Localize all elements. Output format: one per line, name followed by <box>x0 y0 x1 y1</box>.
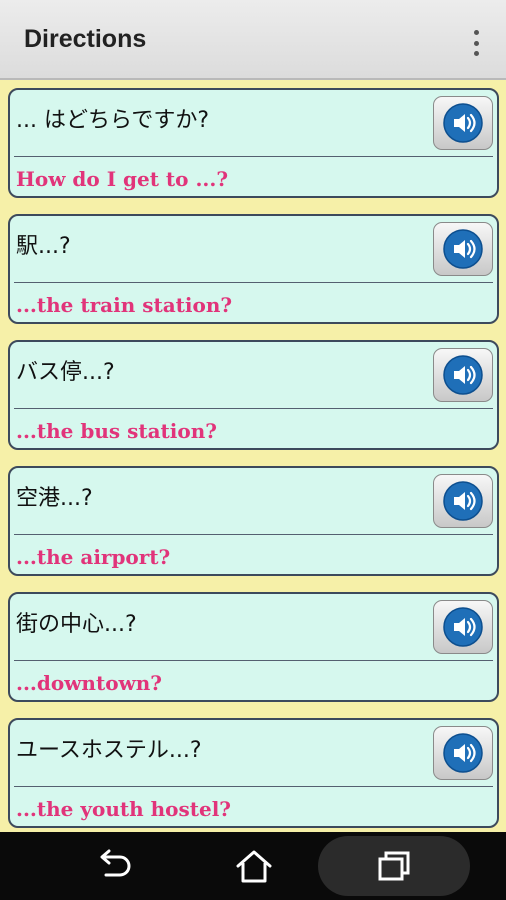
phrase-card: ... はどちらですか? How do I get to ...? <box>8 88 499 198</box>
page-title: Directions <box>24 25 147 53</box>
japanese-phrase: ユースホステル...? <box>16 738 202 763</box>
home-icon <box>236 850 272 883</box>
divider <box>14 660 493 661</box>
english-translation: ...the youth hostel? <box>16 797 232 821</box>
divider <box>14 282 493 283</box>
back-icon <box>100 849 131 877</box>
phrase-card: 駅...? ...the train station? <box>8 214 499 324</box>
home-button[interactable] <box>184 832 324 900</box>
phrase-card: 街の中心...? ...downtown? <box>8 592 499 702</box>
japanese-phrase: バス停...? <box>16 360 115 385</box>
japanese-phrase: 駅...? <box>16 234 71 259</box>
divider <box>14 408 493 409</box>
play-audio-button[interactable] <box>433 600 493 654</box>
phrase-card: ユースホステル...? ...the youth hostel? <box>8 718 499 828</box>
phrase-card: バス停...? ...the bus station? <box>8 340 499 450</box>
divider <box>14 786 493 787</box>
play-audio-button[interactable] <box>433 474 493 528</box>
play-audio-button[interactable] <box>433 222 493 276</box>
phrase-card: 空港...? ...the airport? <box>8 466 499 576</box>
play-audio-button[interactable] <box>433 348 493 402</box>
speaker-icon <box>443 607 483 647</box>
english-translation: ...the train station? <box>16 293 233 317</box>
speaker-icon <box>443 229 483 269</box>
divider <box>14 156 493 157</box>
back-button[interactable] <box>44 832 184 900</box>
english-translation: ...the bus station? <box>16 419 217 443</box>
speaker-icon <box>443 733 483 773</box>
system-navigation-bar <box>0 832 506 900</box>
japanese-phrase: 空港...? <box>16 486 93 511</box>
japanese-phrase: ... はどちらですか? <box>16 108 209 133</box>
overflow-menu-icon[interactable] <box>464 30 488 56</box>
play-audio-button[interactable] <box>433 96 493 150</box>
recents-button[interactable] <box>324 832 464 900</box>
phrase-list[interactable]: ... はどちらですか? How do I get to ...? 駅...? … <box>0 82 506 832</box>
speaker-icon <box>443 481 483 521</box>
play-audio-button[interactable] <box>433 726 493 780</box>
app-bar: Directions <box>0 0 506 80</box>
divider <box>14 534 493 535</box>
english-translation: How do I get to ...? <box>16 167 229 191</box>
speaker-icon <box>443 103 483 143</box>
japanese-phrase: 街の中心...? <box>16 612 137 637</box>
speaker-icon <box>443 355 483 395</box>
english-translation: ...the airport? <box>16 545 171 569</box>
english-translation: ...downtown? <box>16 671 163 695</box>
recents-icon <box>378 851 410 881</box>
